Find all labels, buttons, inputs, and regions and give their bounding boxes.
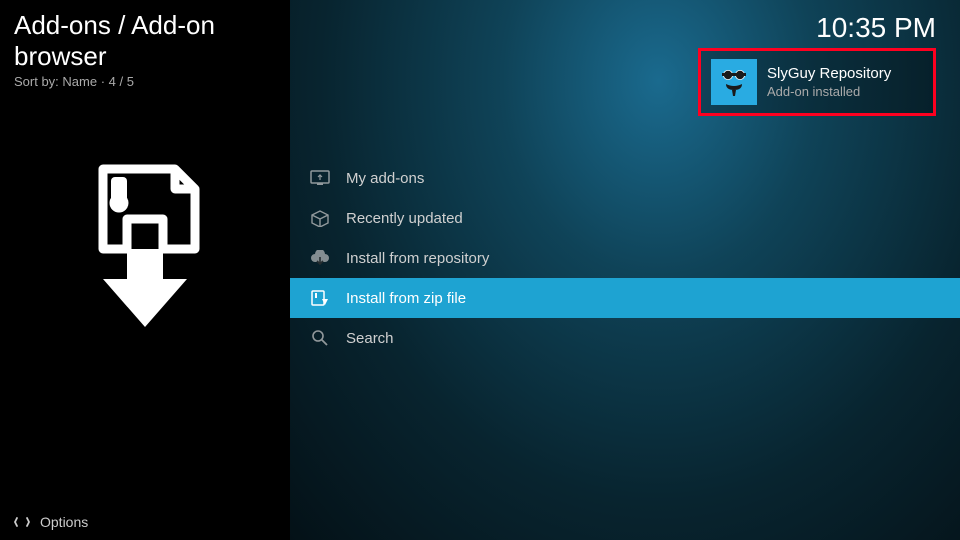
menu-list: My add-ons Recently updated Install from… (290, 158, 960, 358)
content-area: 10:35 PM SlyGuy Repository Add-on instal… (290, 0, 960, 540)
notification-title: SlyGuy Repository (767, 65, 891, 82)
cloud-download-icon (308, 248, 332, 268)
zip-download-icon (75, 159, 215, 329)
sidebar-graphic (14, 159, 276, 329)
breadcrumb: Add-ons / Add-on browser (14, 10, 276, 72)
menu-item-label: My add-ons (346, 170, 424, 187)
menu-item-search[interactable]: Search (290, 318, 960, 358)
menu-item-label: Install from zip file (346, 290, 466, 307)
slyguy-icon (711, 59, 757, 105)
menu-item-recently-updated[interactable]: Recently updated (290, 198, 960, 238)
my-addons-icon (308, 168, 332, 188)
menu-item-install-zip[interactable]: Install from zip file (290, 278, 960, 318)
sort-info: Sort by: Name · 4 / 5 (14, 74, 276, 89)
options-icon (14, 514, 30, 530)
search-icon (308, 328, 332, 348)
clock: 10:35 PM (816, 12, 936, 44)
footer-label: Options (40, 514, 88, 530)
zip-file-icon (308, 288, 332, 308)
menu-item-my-addons[interactable]: My add-ons (290, 158, 960, 198)
box-icon (308, 208, 332, 228)
menu-item-label: Recently updated (346, 210, 463, 227)
notification-subtitle: Add-on installed (767, 84, 891, 99)
notification-toast: SlyGuy Repository Add-on installed (698, 48, 936, 116)
menu-item-label: Install from repository (346, 250, 489, 267)
menu-item-label: Search (346, 330, 394, 347)
footer-options[interactable]: Options (0, 504, 290, 540)
menu-item-install-repository[interactable]: Install from repository (290, 238, 960, 278)
sidebar: Add-ons / Add-on browser Sort by: Name ·… (0, 0, 290, 540)
